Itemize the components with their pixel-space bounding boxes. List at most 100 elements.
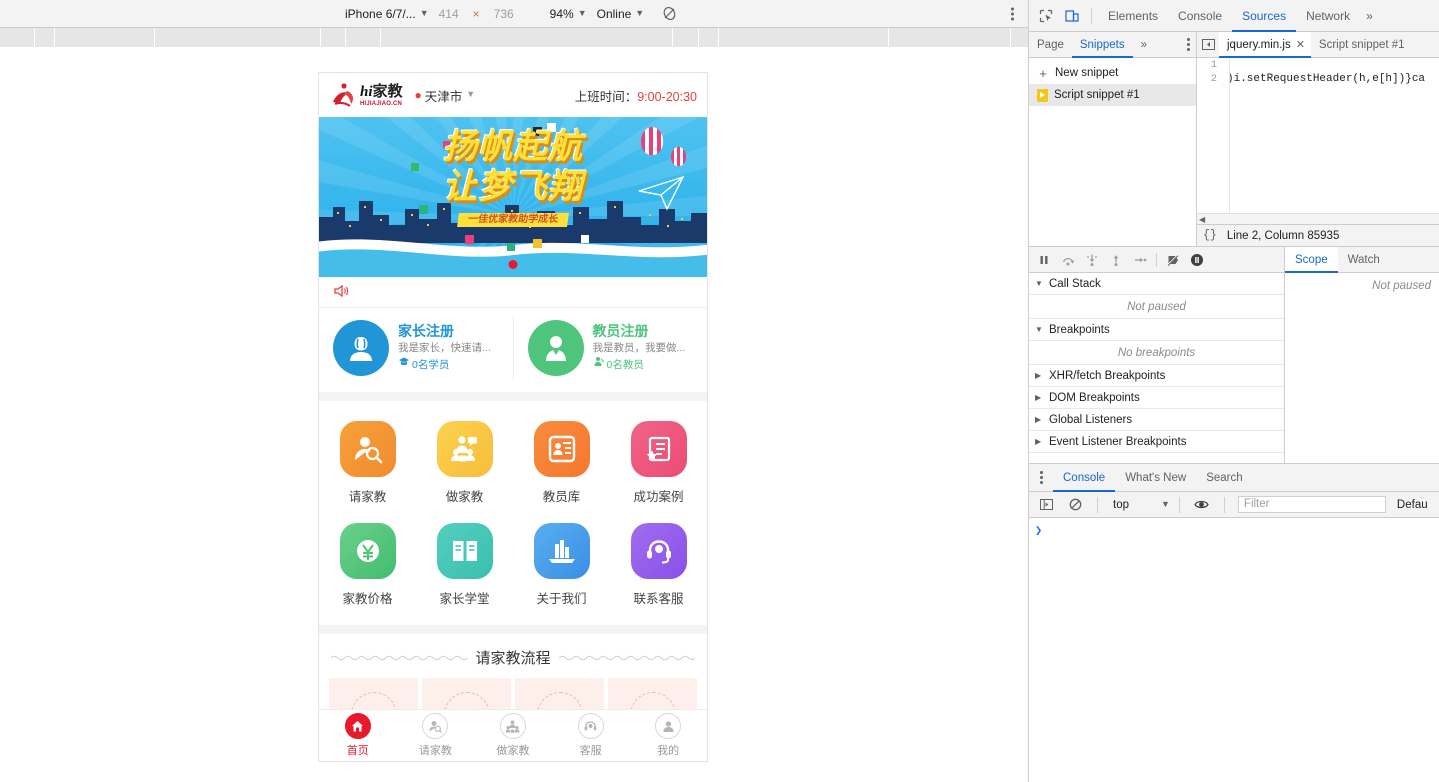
- parent-register-card[interactable]: 家长注册 我是家长，快速请... 0名学员: [319, 316, 513, 380]
- editor-status-bar: {} Line 2, Column 85935: [1197, 224, 1439, 246]
- new-snippet-button[interactable]: + New snippet: [1029, 62, 1196, 84]
- collapse-sidebar-icon[interactable]: [1197, 38, 1219, 51]
- grid-label: 成功案例: [633, 486, 683, 505]
- console-sidebar-icon[interactable]: [1033, 492, 1059, 518]
- grid-item-jiazhangxuetang[interactable]: 家长学堂: [416, 515, 513, 617]
- grid-item-jiaoyuanku[interactable]: 教员库: [513, 413, 610, 515]
- tab-elements[interactable]: Elements: [1098, 0, 1168, 32]
- feature-grid-row-1: 请家教 做家教 教员库: [319, 413, 707, 515]
- grid-item-qingjiajiao[interactable]: 请家教: [319, 413, 416, 515]
- grid-item-zuojiajiao[interactable]: 做家教: [416, 413, 513, 515]
- viewport-width-input[interactable]: 414: [429, 7, 469, 21]
- no-throttling-icon[interactable]: [662, 6, 677, 21]
- debugger-toolbar: [1029, 247, 1284, 273]
- navigator-tab-snippets[interactable]: Snippets: [1072, 32, 1133, 58]
- console-log-level-selector[interactable]: Defau: [1397, 499, 1428, 511]
- triangle-right-icon: ▶: [1035, 371, 1044, 380]
- console-output[interactable]: ❯: [1029, 518, 1439, 782]
- chevron-down-icon: ▼: [466, 89, 475, 99]
- network-throttle-selector[interactable]: Online ▼: [597, 7, 645, 21]
- zoom-selector[interactable]: 94% ▼: [550, 7, 587, 21]
- step-icon[interactable]: [1129, 249, 1151, 271]
- tab-watch[interactable]: Watch: [1338, 247, 1390, 273]
- console-filter-input[interactable]: Filter: [1238, 496, 1386, 513]
- snippet-item[interactable]: Script snippet #1: [1029, 84, 1196, 106]
- navigator-tabbar: Page Snippets »: [1029, 32, 1196, 58]
- teacher-register-card[interactable]: 教员注册 我是教员，我要做... 0名教员: [513, 316, 708, 380]
- tab-home[interactable]: 首页: [319, 713, 397, 758]
- editor-tab-snippet[interactable]: Script snippet #1: [1311, 32, 1411, 58]
- pause-on-exceptions-icon[interactable]: [1186, 249, 1208, 271]
- section-breakpoints[interactable]: ▼ Breakpoints: [1029, 319, 1284, 341]
- city-selector[interactable]: ● 天津市 ▼: [415, 86, 476, 105]
- grid-item-lianxikefu[interactable]: 联系客服: [610, 515, 707, 617]
- student-cap-icon: [398, 356, 410, 374]
- teacher-board-icon: [534, 421, 590, 477]
- logo-hi-text: hi: [360, 84, 373, 100]
- squiggle-divider-icon: [559, 654, 696, 662]
- tab-zuojiajiao[interactable]: 做家教: [474, 713, 552, 758]
- scroll-left-icon[interactable]: ◀: [1199, 215, 1205, 224]
- dimension-swap-icon[interactable]: ×: [473, 7, 480, 21]
- editor-tab-jquery[interactable]: jquery.min.js ✕: [1219, 32, 1311, 58]
- navigator-tab-page[interactable]: Page: [1029, 32, 1072, 58]
- live-expression-icon[interactable]: [1189, 492, 1215, 518]
- device-selector[interactable]: iPhone 6/7/... ▼: [345, 7, 429, 21]
- grid-item-chenggonganli[interactable]: 成功案例: [610, 413, 707, 515]
- triangle-right-icon: ▶: [1035, 415, 1044, 424]
- scope-tabbar: Scope Watch: [1285, 247, 1439, 273]
- section-global-listeners[interactable]: ▶ Global Listeners: [1029, 409, 1284, 431]
- section-call-stack[interactable]: ▼ Call Stack: [1029, 273, 1284, 295]
- close-icon[interactable]: ✕: [1296, 38, 1305, 51]
- step-into-icon[interactable]: [1081, 249, 1103, 271]
- step-out-icon[interactable]: [1105, 249, 1127, 271]
- tab-scope[interactable]: Scope: [1285, 247, 1338, 273]
- grid-item-jiajiaojiage[interactable]: 家教价格: [319, 515, 416, 617]
- teacher-count-text: 0名教员: [607, 357, 644, 374]
- person-search-icon: [340, 421, 396, 477]
- notice-bar[interactable]: [319, 277, 707, 307]
- tab-qingjiajiao[interactable]: 请家教: [397, 713, 475, 758]
- more-tabs-icon[interactable]: »: [1360, 9, 1379, 23]
- viewport-height-input[interactable]: 736: [484, 7, 524, 21]
- drawer-tab-console[interactable]: Console: [1053, 464, 1115, 492]
- drawer-tab-whats-new[interactable]: What's New: [1115, 464, 1196, 492]
- grid-item-guanyuwomen[interactable]: 关于我们: [513, 515, 610, 617]
- teacher-avatar-icon: [528, 320, 584, 376]
- section-xhr-breakpoints[interactable]: ▶ XHR/fetch Breakpoints: [1029, 365, 1284, 387]
- navigator-more-options-icon[interactable]: [1187, 38, 1190, 51]
- clear-console-icon[interactable]: [1062, 492, 1088, 518]
- code-editor[interactable]: 1 2 )i.setRequestHeader(h,e[h])}ca: [1197, 58, 1439, 213]
- pretty-print-icon[interactable]: {}: [1203, 229, 1217, 242]
- section-dom-breakpoints[interactable]: ▶ DOM Breakpoints: [1029, 387, 1284, 409]
- grid-label: 联系客服: [633, 588, 683, 607]
- device-toolbar-more-options-icon[interactable]: [1011, 7, 1014, 20]
- editor-horizontal-scrollbar[interactable]: ◀: [1197, 213, 1439, 224]
- inspect-element-icon[interactable]: [1033, 3, 1059, 29]
- triangle-down-icon: ▼: [1035, 279, 1044, 288]
- console-context-selector[interactable]: top ▼: [1107, 499, 1170, 511]
- grid-label: 做家教: [446, 486, 484, 505]
- pause-script-icon[interactable]: [1033, 249, 1055, 271]
- banner-carousel-dot[interactable]: [509, 260, 518, 269]
- deactivate-breakpoints-icon[interactable]: [1162, 249, 1184, 271]
- tab-sources[interactable]: Sources: [1232, 0, 1296, 32]
- grid-label: 教员库: [543, 486, 581, 505]
- step-over-icon[interactable]: [1057, 249, 1079, 271]
- section-event-listener-breakpoints[interactable]: ▶ Event Listener Breakpoints: [1029, 431, 1284, 453]
- drawer-more-options-icon[interactable]: [1029, 471, 1053, 484]
- drawer-tab-search[interactable]: Search: [1196, 464, 1252, 492]
- tab-console[interactable]: Console: [1168, 0, 1232, 32]
- hero-banner[interactable]: 扬帆起航 让梦飞翔 一佳优家教助学成长: [319, 117, 707, 277]
- site-logo[interactable]: hi家教 HIJIAJIAO.CN: [329, 81, 403, 109]
- star-book-icon: [631, 421, 687, 477]
- call-stack-empty: Not paused: [1029, 295, 1284, 319]
- books-shelf-icon: [534, 523, 590, 579]
- toggle-device-toolbar-icon[interactable]: [1059, 3, 1085, 29]
- confetti-icon: [581, 235, 589, 243]
- work-hours-label: 上班时间：: [575, 90, 638, 104]
- tab-kefu[interactable]: 客服: [552, 713, 630, 758]
- tab-mine[interactable]: 我的: [629, 713, 707, 758]
- tab-network[interactable]: Network: [1296, 0, 1360, 32]
- navigator-more-icon[interactable]: »: [1133, 32, 1155, 58]
